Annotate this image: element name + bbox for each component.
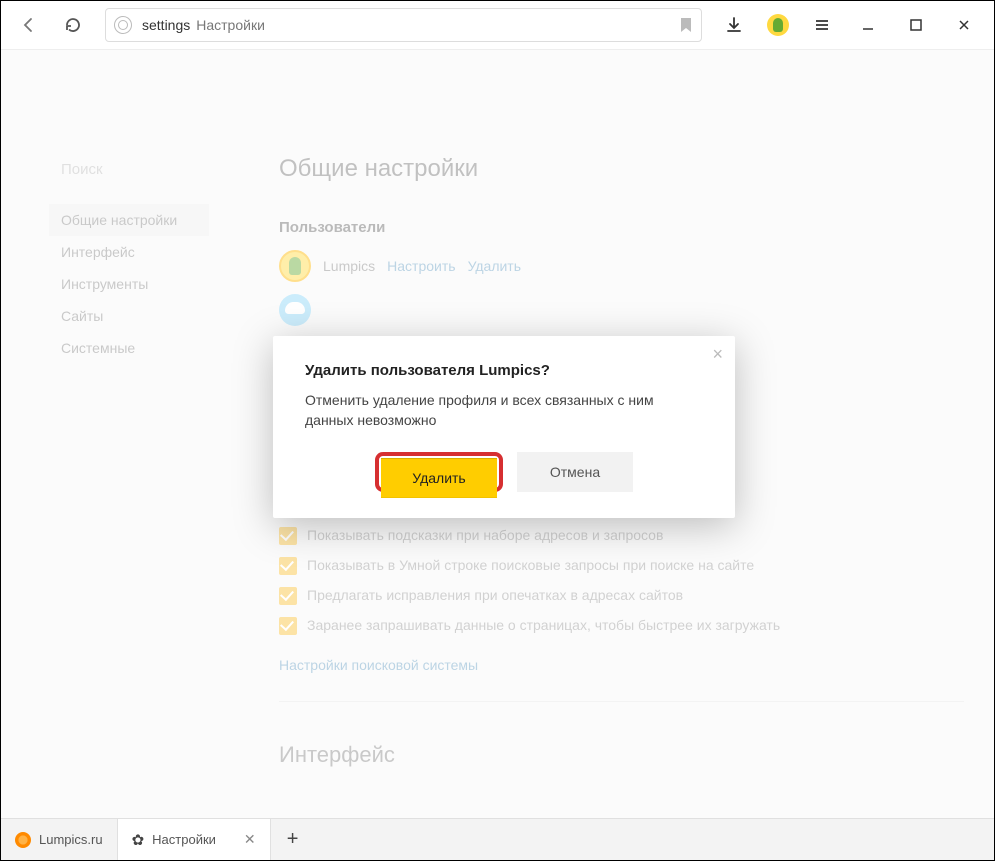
menu-button[interactable] [802,6,842,44]
tab-label: Настройки [152,832,216,847]
browser-toolbar: settings Настройки [1,1,994,49]
delete-button[interactable]: Удалить [381,458,497,498]
site-icon [114,16,132,34]
highlight-frame: Удалить [375,452,503,492]
cancel-button[interactable]: Отмена [517,452,633,492]
address-bar[interactable]: settings Настройки [105,8,702,42]
tab-bar: Lumpics.ru ✿ Настройки ✕ + [1,818,994,860]
window-close[interactable] [942,6,986,44]
tab-close-icon[interactable]: ✕ [244,831,256,848]
back-button[interactable] [9,6,49,44]
gear-icon: ✿ [132,831,145,849]
window-maximize[interactable] [894,6,938,44]
downloads-button[interactable] [714,6,754,44]
tab-label: Lumpics.ru [39,832,103,847]
address-prefix: settings [142,17,190,33]
address-label: Настройки [196,17,265,33]
reload-button[interactable] [53,6,93,44]
tab-lumpics[interactable]: Lumpics.ru [1,819,118,860]
profile-button[interactable] [758,6,798,44]
window-minimize[interactable] [846,6,890,44]
close-icon[interactable]: × [712,344,723,365]
dialog-title: Удалить пользователя Lumpics? [305,362,703,379]
new-tab-button[interactable]: + [271,819,315,860]
favicon-icon [15,832,31,848]
dialog-body: Отменить удаление профиля и всех связанн… [305,391,703,430]
bookmark-icon[interactable] [679,17,693,33]
tab-settings[interactable]: ✿ Настройки ✕ [118,819,271,860]
delete-user-dialog: × Удалить пользователя Lumpics? Отменить… [273,336,735,518]
